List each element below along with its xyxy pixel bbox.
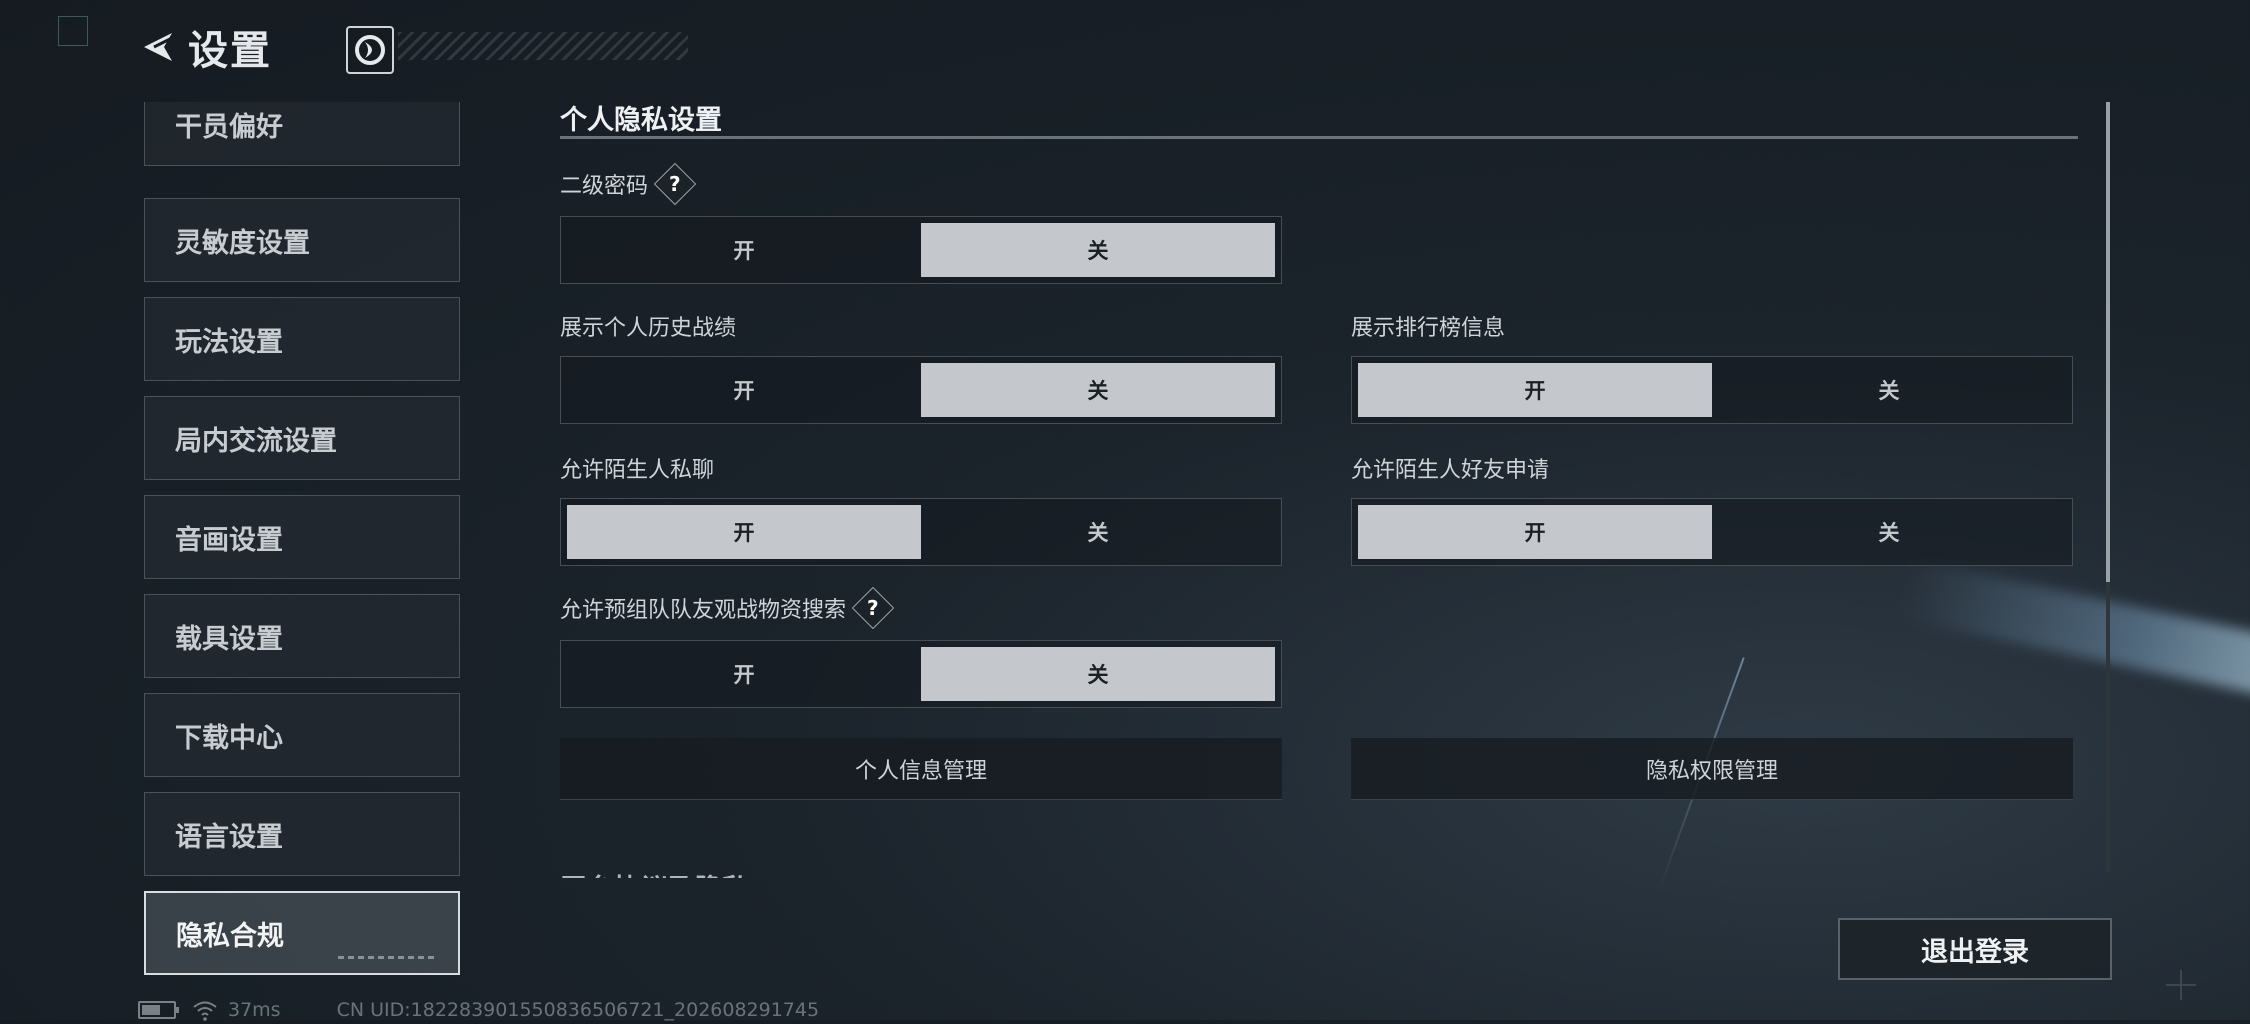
setting-label-text: 展示排行榜信息 [1351, 316, 1506, 341]
privacy-settings-panel: 个人隐私设置 二级密码 ? 开 关 展示个人历史战绩 开 关 展示排行榜信息 开… [560, 98, 2080, 878]
stranger-private-chat-label: 允许陌生人私聊 [560, 452, 714, 484]
sidebar-item-label: 音画设置 [175, 524, 283, 556]
show-match-history-toggle: 开 关 [560, 356, 1282, 424]
toggle-on-option[interactable]: 开 [1358, 505, 1712, 559]
title-hatch-decoration [398, 32, 688, 60]
show-match-history-label: 展示个人历史战绩 [560, 310, 736, 342]
stranger-friend-request-label: 允许陌生人好友申请 [1351, 452, 1549, 484]
toggle-on-option[interactable]: 开 [567, 505, 921, 559]
toggle-on-option[interactable]: 开 [567, 363, 921, 417]
sidebar-item-sensitivity[interactable]: 灵敏度设置 [144, 198, 460, 282]
help-icon[interactable]: ? [653, 162, 697, 206]
next-section-title: 平台协议及隐私 [560, 870, 749, 878]
battery-icon [138, 1001, 179, 1019]
toggle-on-option[interactable]: 开 [567, 647, 921, 701]
toggle-off-option[interactable]: 关 [921, 647, 1275, 701]
section-title: 个人隐私设置 [560, 105, 722, 136]
sidebar-item-privacy-compliance[interactable]: 隐私合规 [144, 891, 460, 975]
sidebar-item-download-center[interactable]: 下载中心 [144, 693, 460, 777]
page-header: 设置 [138, 22, 688, 74]
show-leaderboard-label: 展示排行榜信息 [1351, 310, 1505, 342]
sidebar-item-in-match-communication[interactable]: 局内交流设置 [144, 396, 460, 480]
back-arrow-icon[interactable] [138, 27, 178, 67]
toggle-off-option[interactable]: 关 [921, 223, 1275, 277]
section-divider [560, 136, 2078, 139]
setting-label-text: 展示个人历史战绩 [560, 316, 737, 341]
help-glyph: ? [867, 595, 879, 620]
secondary-password-label: 二级密码 ? [560, 162, 697, 206]
toggle-off-option[interactable]: 关 [921, 363, 1275, 417]
wifi-icon [193, 1001, 217, 1021]
toggle-off-option[interactable]: 关 [921, 505, 1275, 559]
sidebar-item-label: 局内交流设置 [175, 425, 337, 457]
sidebar-item-label: 载具设置 [175, 623, 283, 655]
privacy-permission-manage-button[interactable]: 隐私权限管理 [1351, 738, 2073, 800]
stranger-private-chat-toggle: 开 关 [560, 498, 1282, 566]
sidebar-item-audio-video[interactable]: 音画设置 [144, 495, 460, 579]
setting-label-text: 允许预组队队友观战物资搜索 [560, 598, 847, 623]
secondary-password-toggle: 开 关 [560, 216, 1282, 284]
teammate-spectate-search-label: 允许预组队队友观战物资搜索 ? [560, 586, 895, 630]
toggle-on-option[interactable]: 开 [1358, 363, 1712, 417]
setting-label-text: 二级密码 [560, 174, 649, 199]
show-leaderboard-toggle: 开 关 [1351, 356, 2073, 424]
ping-value: 37ms [228, 999, 281, 1021]
scrollbar-thumb[interactable] [2106, 102, 2110, 582]
sidebar-item-label: 语言设置 [175, 821, 283, 853]
sidebar-item-label: 隐私合规 [176, 920, 284, 952]
toggle-off-option[interactable]: 关 [1712, 505, 2066, 559]
sidebar-item-operator-preference[interactable]: 干员偏好 [144, 102, 460, 166]
sidebar-item-gameplay[interactable]: 玩法设置 [144, 297, 460, 381]
help-glyph: ? [669, 171, 681, 196]
setting-label-text: 允许陌生人好友申请 [1351, 458, 1550, 483]
user-uid: CN UID:18228390155083650672​1_2026082917… [336, 999, 820, 1021]
personal-info-manage-button[interactable]: 个人信息管理 [560, 738, 1282, 800]
help-icon[interactable]: ? [851, 586, 895, 630]
sidebar-item-label: 干员偏好 [175, 111, 283, 143]
sidebar-item-vehicle[interactable]: 载具设置 [144, 594, 460, 678]
sidebar-item-language[interactable]: 语言设置 [144, 792, 460, 876]
corner-plus-mark [2166, 970, 2196, 1000]
corner-frame-mark [58, 16, 88, 46]
setting-label-text: 允许陌生人私聊 [560, 458, 715, 483]
teammate-spectate-search-toggle: 开 关 [560, 640, 1282, 708]
page-title: 设置 [188, 28, 272, 74]
sidebar-item-label: 灵敏度设置 [175, 227, 310, 259]
toggle-off-option[interactable]: 关 [1712, 363, 2066, 417]
toggle-on-option[interactable]: 开 [567, 223, 921, 277]
sidebar-item-label: 下载中心 [175, 722, 283, 754]
logout-button[interactable]: 退出登录 [1838, 918, 2112, 980]
brand-logo-icon[interactable] [346, 26, 394, 74]
settings-sidebar: 干员偏好 灵敏度设置 玩法设置 局内交流设置 音画设置 载具设置 下载中心 语言… [144, 102, 464, 982]
sidebar-item-label: 玩法设置 [175, 326, 283, 358]
stranger-friend-request-toggle: 开 关 [1351, 498, 2073, 566]
